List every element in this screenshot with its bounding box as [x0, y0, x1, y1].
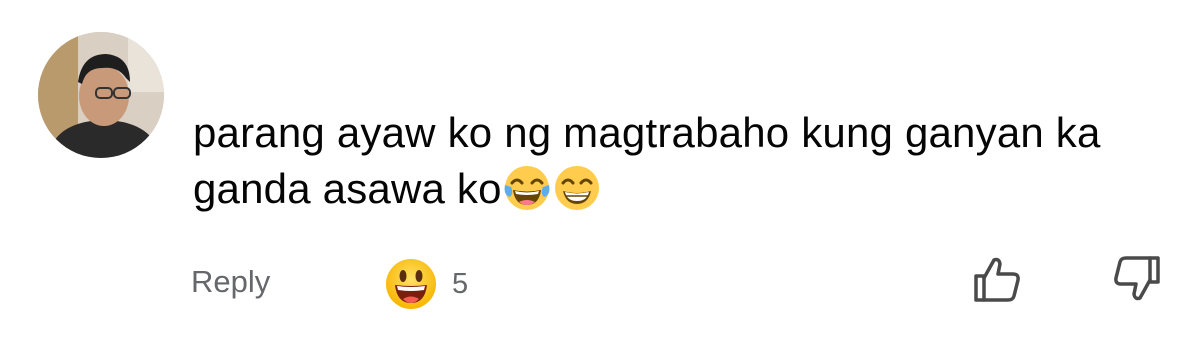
comment-text-line-1: parang ayaw ko ng magtrabaho kung ganyan…	[193, 109, 1101, 156]
reaction-summary[interactable]: 5	[384, 256, 468, 312]
thumbs-down-outline-icon	[1108, 250, 1168, 310]
reaction-count: 5	[452, 267, 469, 300]
comment-actions: Reply 5	[0, 250, 1200, 320]
comment-text-line-2-text: ganda asawa ko	[193, 165, 502, 212]
thumbs-up-outline-icon	[966, 250, 1026, 310]
comment-text-line-2: ganda asawa ko	[193, 161, 1183, 217]
beaming-face-with-smiling-eyes-icon	[552, 163, 602, 213]
face-with-tears-of-joy-icon	[502, 163, 552, 213]
avatar[interactable]	[38, 32, 164, 158]
dislike-button[interactable]	[1108, 250, 1168, 310]
comment: parang ayaw ko ng magtrabaho kung ganyan…	[0, 0, 1200, 347]
comment-body: parang ayaw ko ng magtrabaho kung ganyan…	[193, 105, 1183, 217]
grinning-face-emoji-icon	[384, 257, 438, 311]
like-button[interactable]	[966, 250, 1026, 310]
reply-button[interactable]: Reply	[191, 264, 270, 300]
